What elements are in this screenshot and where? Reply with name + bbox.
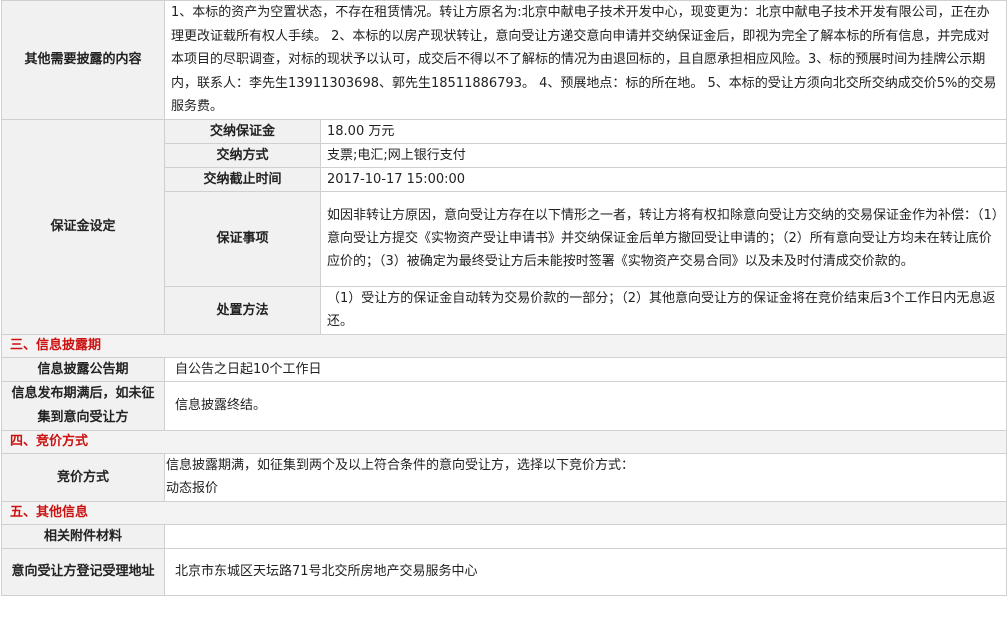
listing-info-table: 其他需要披露的内容 1、本标的资产为空置状态，不存在租赁情况。转让方原名为:北京…	[1, 0, 1007, 596]
row-section-bidding: 四、竞价方式	[1, 429, 1007, 454]
other-disclosure-text: 1、本标的资产为空置状态，不存在租赁情况。转让方原名为:北京中献电子技术开发中心…	[164, 0, 1007, 120]
deposit-group-label: 保证金设定	[1, 118, 165, 335]
address-label: 意向受让方登记受理地址	[1, 547, 165, 596]
deposit-method-label: 交纳方式	[164, 142, 321, 168]
disclosure-expiry-label: 信息发布期满后，如未征集到意向受让方	[1, 380, 165, 431]
attachments-value	[164, 523, 1007, 549]
row-attachments: 相关附件材料	[1, 523, 1007, 549]
deposit-terms-value: 如因非转让方原因，意向受让方存在以下情形之一者，转让方将有权扣除意向受让方交纳的…	[320, 190, 1007, 287]
disclosure-expiry-value: 信息披露终结。	[164, 380, 1007, 431]
address-value: 北京市东城区天坛路71号北交所房地产交易服务中心	[164, 547, 1007, 596]
bidding-value: 信息披露期满，如征集到两个及以上符合条件的意向受让方，选择以下竞价方式： 动态报…	[164, 452, 1007, 502]
attachments-label: 相关附件材料	[1, 523, 165, 549]
deposit-terms-label: 保证事项	[164, 190, 321, 287]
row-section-disclosure: 三、信息披露期	[1, 333, 1007, 358]
deposit-handling-value: （1）受让方的保证金自动转为交易价款的一部分；（2）其他意向受让方的保证金将在竞…	[320, 285, 1007, 335]
bidding-description: 信息披露期满，如征集到两个及以上符合条件的意向受让方，选择以下竞价方式：	[166, 458, 635, 473]
row-other-disclosure: 其他需要披露的内容 1、本标的资产为空置状态，不存在租赁情况。转让方原名为:北京…	[1, 0, 1007, 120]
deposit-deadline-label: 交纳截止时间	[164, 166, 321, 192]
row-deposit-amount: 保证金设定 交纳保证金 18.00 万元	[1, 118, 1007, 335]
deposit-deadline-value: 2017-10-17 15:00:00	[320, 166, 1007, 192]
row-bidding: 竞价方式 信息披露期满，如征集到两个及以上符合条件的意向受让方，选择以下竞价方式…	[1, 452, 1007, 502]
deposit-amount-value: 18.00 万元	[320, 118, 1007, 144]
section-bidding-heading: 四、竞价方式	[1, 429, 1007, 454]
section-other-heading: 五、其他信息	[1, 500, 1007, 525]
disclosure-period-value: 自公告之日起10个工作日	[164, 356, 1007, 382]
row-address: 意向受让方登记受理地址 北京市东城区天坛路71号北交所房地产交易服务中心	[1, 547, 1007, 596]
bidding-label: 竞价方式	[1, 452, 165, 502]
row-section-other: 五、其他信息	[1, 500, 1007, 525]
other-disclosure-label: 其他需要披露的内容	[1, 0, 165, 120]
deposit-handling-label: 处置方法	[164, 285, 321, 335]
bidding-method: 动态报价	[166, 481, 219, 496]
section-disclosure-heading: 三、信息披露期	[1, 333, 1007, 358]
disclosure-period-label: 信息披露公告期	[1, 356, 165, 382]
deposit-method-value: 支票;电汇;网上银行支付	[320, 142, 1007, 168]
deposit-amount-label: 交纳保证金	[164, 118, 321, 144]
row-disclosure-period: 信息披露公告期 自公告之日起10个工作日	[1, 356, 1007, 382]
row-disclosure-expiry: 信息发布期满后，如未征集到意向受让方 信息披露终结。	[1, 380, 1007, 431]
